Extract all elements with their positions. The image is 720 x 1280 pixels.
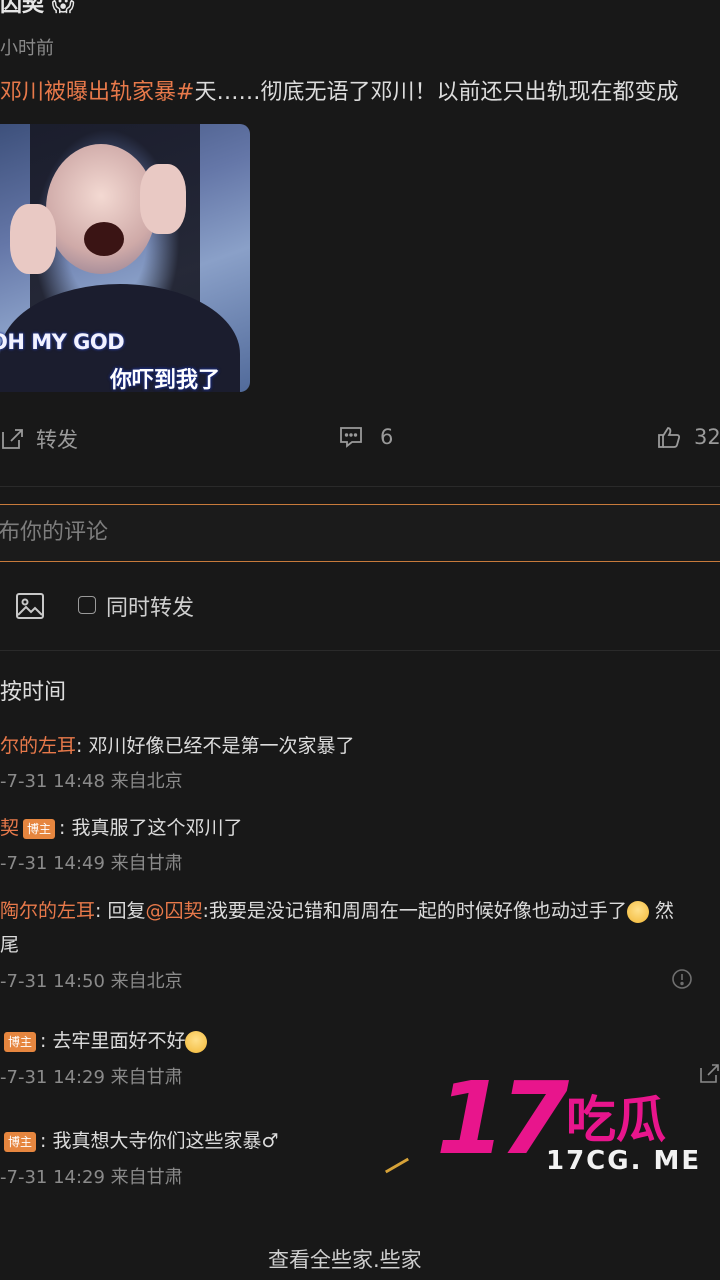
comment-text-prefix: : 回复 <box>95 900 146 922</box>
comment-meta: -7-31 14:29 来自甘肃 <box>0 1167 183 1188</box>
thumbs-up-icon <box>658 427 681 448</box>
post-author[interactable]: 囚契 😱 <box>0 0 75 18</box>
comment-text: : 我真服了这个邓川了 <box>59 817 243 839</box>
watermark-text: 吃瓜 <box>566 1091 666 1149</box>
author-badge: 博主 <box>4 1131 37 1152</box>
smile-emoji-icon <box>626 900 649 923</box>
divider <box>0 650 720 651</box>
image-mouth <box>84 222 124 256</box>
repost-icon <box>2 429 23 449</box>
laugh-cry-emoji-icon <box>185 1030 208 1053</box>
comment-item: 博主: 去牢里面好不好 <box>0 1026 208 1053</box>
repost-label: 转发 <box>36 428 78 452</box>
divider <box>0 486 720 487</box>
mention-link[interactable]: @囚契 <box>145 900 202 922</box>
share-icon[interactable] <box>698 1062 720 1084</box>
comment-user[interactable]: 尔的左耳 <box>0 735 76 757</box>
comment-user[interactable]: 契 <box>0 817 19 839</box>
like-count: 32 <box>694 425 720 449</box>
comment-input[interactable] <box>0 505 698 559</box>
comment-text: : 邓川好像已经不是第一次家暴了 <box>76 735 355 757</box>
comment-text: :我要是没记错和周周在一起的时候好像也动过手了 <box>202 900 627 922</box>
post-text: 邓川被曝出轨家暴#天……彻底无语了邓川！以前还只出轨现在都变成 <box>0 74 678 106</box>
comment-meta: -7-31 14:50 来自北京 <box>0 971 183 992</box>
comment-item: 陶尔的左耳: 回复@囚契:我要是没记错和周周在一起的时候好像也动过手了 然 <box>0 896 674 923</box>
post-time: 小时前 <box>0 38 54 59</box>
comment-icon <box>340 427 362 448</box>
author-badge: 博主 <box>4 1031 37 1052</box>
comment-button[interactable]: 6 <box>338 424 393 450</box>
comment-text: : 我真想大寺你们这些家暴♂ <box>40 1130 279 1152</box>
comment-item: 博主: 我真想大寺你们这些家暴♂ <box>0 1126 279 1153</box>
watermark-url: 17CG. ME <box>546 1146 702 1176</box>
comment-meta: -7-31 14:29 来自甘肃 <box>0 1067 183 1088</box>
comment-text: : 去牢里面好不好 <box>40 1030 186 1052</box>
image-hand-left <box>10 204 56 274</box>
hashtag-link[interactable]: 邓川被曝出轨家暴# <box>0 80 194 105</box>
author-badge: 博主 <box>23 818 56 839</box>
report-icon[interactable] <box>671 968 693 990</box>
image-caption-cn: 你吓到我了 <box>110 368 221 392</box>
like-button[interactable]: 32 <box>656 424 720 450</box>
comment-box <box>0 504 720 562</box>
post-body-text: 天……彻底无语了邓川！以前还只出轨现在都变成 <box>194 80 679 105</box>
image-upload-icon[interactable] <box>14 590 46 622</box>
comment-item: 契博主: 我真服了这个邓川了 <box>0 813 242 840</box>
sort-by-time[interactable]: 按时间 <box>0 674 66 706</box>
repost-button[interactable]: 转发 <box>0 424 78 454</box>
repost-checkbox[interactable] <box>78 596 96 614</box>
comment-count: 6 <box>380 425 394 449</box>
comment-item: 尔的左耳: 邓川好像已经不是第一次家暴了 <box>0 731 354 758</box>
comment-meta: -7-31 14:48 来自北京 <box>0 771 183 792</box>
decorative-stroke <box>384 1157 410 1174</box>
comment-text-tail: 然 <box>648 900 674 922</box>
image-hand-right <box>140 164 186 234</box>
comment-text-line2: 尾 <box>0 934 20 956</box>
view-all-comments-link[interactable]: 查看全些家.些家 <box>268 1244 422 1274</box>
comment-meta: -7-31 14:49 来自甘肃 <box>0 853 183 874</box>
comment-user[interactable]: 陶尔的左耳 <box>0 900 95 922</box>
post-image[interactable]: OH MY GOD 你吓到我了 <box>0 124 250 392</box>
image-caption-en: OH MY GOD <box>0 330 125 354</box>
repost-checkbox-label[interactable]: 同时转发 <box>106 590 194 622</box>
watermark-number: 17 <box>436 1060 569 1177</box>
